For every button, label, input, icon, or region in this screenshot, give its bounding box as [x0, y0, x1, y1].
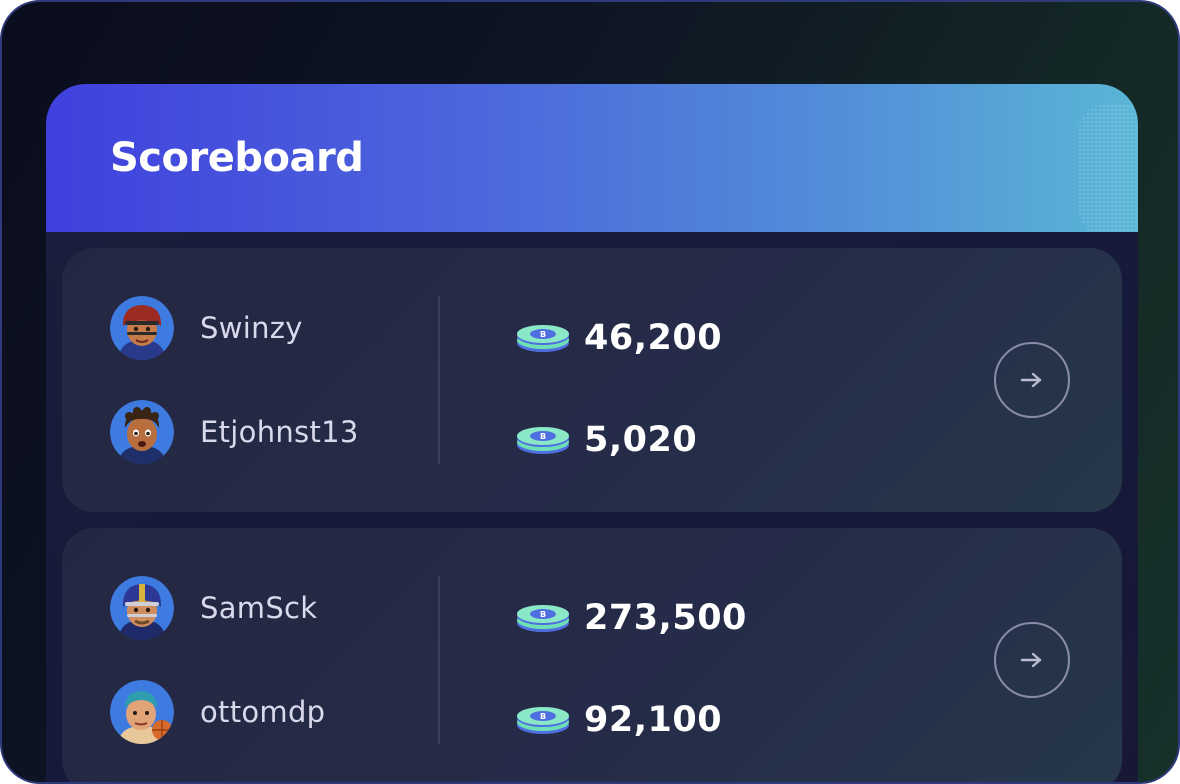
scoreboard-header: Scoreboard [46, 84, 1138, 232]
chip-icon: B [517, 707, 569, 734]
svg-text:B: B [540, 432, 546, 441]
player-name: Swinzy [200, 311, 303, 345]
header-texture [1078, 104, 1138, 232]
svg-text:B: B [540, 712, 546, 721]
player-avatar [110, 680, 174, 744]
player-name: ottomdp [200, 695, 326, 729]
svg-text:B: B [540, 610, 546, 619]
match-row[interactable]: Swinzy Etjohnst13 B 46,200 B 5,020 [62, 248, 1122, 512]
player-score: B 92,100 [516, 696, 722, 744]
divider [438, 576, 440, 744]
chip-icon: B [517, 605, 569, 632]
player: ottomdp [110, 680, 325, 744]
player: Swinzy [110, 296, 303, 360]
svg-text:B: B [540, 330, 546, 339]
player: SamSck [110, 576, 317, 640]
match-row[interactable]: SamSck ottomdp B 273,500 B 92,100 [62, 528, 1122, 782]
score-value: 46,200 [584, 318, 723, 358]
player-avatar [110, 576, 174, 640]
divider [438, 296, 440, 464]
player-score: B 273,500 [516, 594, 747, 642]
chip-icon: B [517, 325, 569, 352]
open-match-button[interactable] [994, 342, 1070, 418]
arrow-right-icon [1020, 372, 1042, 388]
scoreboard-card: Scoreboard Swinzy Etjohnst13 B 46,200 B … [46, 84, 1138, 782]
app-frame: Scoreboard Swinzy Etjohnst13 B 46,200 B … [0, 0, 1180, 784]
player-avatar [110, 296, 174, 360]
player-score: B 46,200 [516, 314, 722, 362]
player-score: B 5,020 [516, 416, 697, 464]
player: Etjohnst13 [110, 400, 359, 464]
chip-icon: B [517, 427, 569, 454]
score-value: 5,020 [584, 420, 698, 460]
player-name: SamSck [200, 591, 318, 625]
scoreboard-title: Scoreboard [110, 135, 364, 181]
player-avatar [110, 400, 174, 464]
player-name: Etjohnst13 [200, 415, 359, 449]
arrow-right-icon [1020, 652, 1042, 668]
open-match-button[interactable] [994, 622, 1070, 698]
score-value: 92,100 [584, 700, 723, 740]
score-value: 273,500 [584, 598, 747, 638]
